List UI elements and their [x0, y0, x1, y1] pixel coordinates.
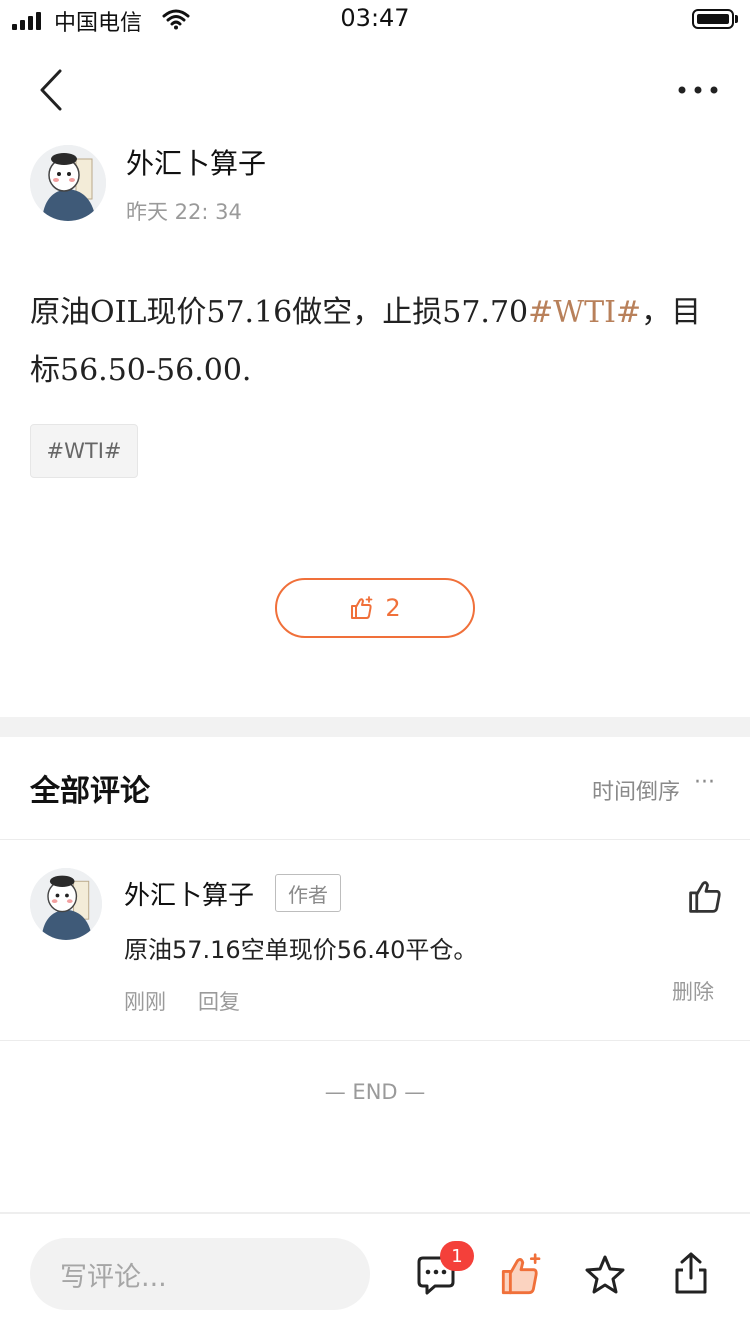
avatar-image: [30, 868, 102, 940]
delete-button[interactable]: 删除: [672, 976, 714, 1006]
share-button[interactable]: [668, 1250, 714, 1296]
comment-avatar[interactable]: [30, 868, 102, 940]
more-icon: [678, 86, 718, 94]
author-name[interactable]: 外汇卜算子: [126, 142, 266, 182]
avatar-image: [30, 145, 106, 221]
comments-title: 全部评论: [30, 774, 150, 809]
like-post-button[interactable]: [498, 1252, 544, 1298]
divider: [0, 839, 750, 840]
comment-text: 原油57.16空单现价56.40平仓。: [124, 936, 478, 964]
clock: 03:47: [340, 4, 410, 32]
author-avatar[interactable]: [30, 145, 106, 221]
back-button[interactable]: [30, 66, 74, 114]
post-time: 昨天 22: 34: [126, 200, 242, 224]
more-button[interactable]: [672, 76, 724, 104]
post-text-part1: 原油OIL现价57.16做空，止损57.70: [30, 295, 529, 330]
reply-button[interactable]: 回复: [198, 986, 240, 1016]
author-badge: 作者: [275, 874, 341, 912]
like-count: 2: [385, 594, 401, 622]
post-body: 原油OIL现价57.16做空，止损57.70#WTI#，目标56.50-56.0…: [30, 284, 720, 400]
thumbs-up-icon: [351, 596, 373, 619]
comment-like-button[interactable]: [686, 876, 726, 916]
back-icon: [40, 69, 62, 111]
comment-author[interactable]: 外汇卜算子: [124, 875, 254, 912]
comment-count-badge: 1: [440, 1241, 474, 1271]
bottom-bar-divider: [0, 1212, 750, 1214]
battery-tip: [735, 15, 738, 23]
topic-tag[interactable]: #WTI#: [30, 424, 138, 478]
thumbs-up-icon: [689, 881, 721, 913]
comment-input[interactable]: 写评论...: [30, 1238, 370, 1310]
post-hashtag-link[interactable]: #WTI#: [528, 295, 641, 330]
comment-time: 刚刚: [124, 990, 166, 1014]
end-marker: — END —: [324, 1080, 426, 1104]
section-divider: [0, 717, 750, 737]
favorite-button[interactable]: [582, 1252, 628, 1298]
thumbs-up-icon: [501, 1253, 541, 1295]
status-bar: 中国电信 03:47: [0, 0, 750, 40]
sort-more-icon[interactable]: ···: [694, 770, 715, 795]
divider: [0, 1040, 750, 1041]
share-icon: [675, 1252, 707, 1294]
sort-toggle[interactable]: 时间倒序: [592, 774, 680, 806]
like-button[interactable]: 2: [275, 578, 475, 638]
battery-icon: [692, 9, 734, 29]
star-icon: [585, 1255, 625, 1294]
